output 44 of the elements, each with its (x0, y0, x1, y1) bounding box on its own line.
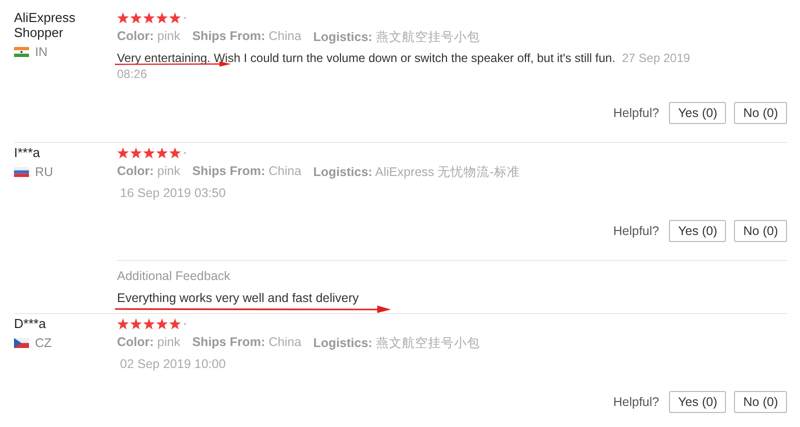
reviewer-name: D***a (14, 316, 47, 331)
product-attribute: Ships From: China (192, 164, 302, 180)
product-attribute: Ships From: China (192, 335, 302, 351)
additional-feedback-text: Everything works very well and fast delivery (117, 291, 359, 305)
product-attribute: Logistics: 燕文航空挂号小包 (313, 29, 480, 46)
yes-button[interactable]: Yes (0) (669, 391, 726, 413)
review-text: Very entertaining. Wish I could turn the volume down or switch the speaker off, but it's still fun. 27 Sep 2019 08:26 (117, 50, 692, 82)
yes-button[interactable]: Yes (0) (669, 102, 726, 124)
star-icon (143, 12, 155, 24)
no-button[interactable]: No (0) (734, 391, 787, 413)
star-icon (117, 318, 129, 330)
star-icon (130, 147, 142, 159)
star-icon (156, 147, 168, 159)
country-code: CZ (35, 336, 52, 350)
product-attribute: Color: pink (117, 164, 180, 180)
star-icon (130, 12, 142, 24)
star-icon (156, 318, 168, 330)
helpful-label: Helpful? (613, 395, 660, 409)
star-icon (169, 147, 181, 159)
helpful-label: Helpful? (613, 224, 660, 238)
product-attribute: Color: pink (117, 335, 180, 351)
product-attribute: Ships From: China (192, 29, 302, 45)
product-attribute: Logistics: 燕文航空挂号小包 (313, 335, 480, 352)
review-date: 02 Sep 2019 10:00 (119, 357, 226, 371)
star-icon (143, 147, 155, 159)
star-icon (143, 318, 155, 330)
country-code: IN (35, 45, 48, 59)
product-attribute: Color: pink (117, 29, 180, 45)
no-button[interactable]: No (0) (734, 102, 787, 124)
reviewer-name: AliExpress Shopper (14, 10, 76, 40)
yes-button[interactable]: Yes (0) (669, 220, 726, 242)
star-icon (169, 12, 181, 24)
star-icon (130, 318, 142, 330)
star-icon (169, 318, 181, 330)
reviewer-name: I***a (14, 145, 42, 160)
star-icon (156, 12, 168, 24)
star-icon (117, 147, 129, 159)
country-code: RU (35, 165, 54, 179)
no-button[interactable]: No (0) (734, 220, 787, 242)
helpful-label: Helpful? (613, 106, 660, 120)
review-date: 16 Sep 2019 03:50 (119, 186, 226, 200)
product-attribute: Logistics: AliExpress 无忧物流-标准 (313, 164, 520, 181)
additional-feedback-title: Additional Feedback (117, 269, 232, 283)
star-icon (117, 12, 129, 24)
